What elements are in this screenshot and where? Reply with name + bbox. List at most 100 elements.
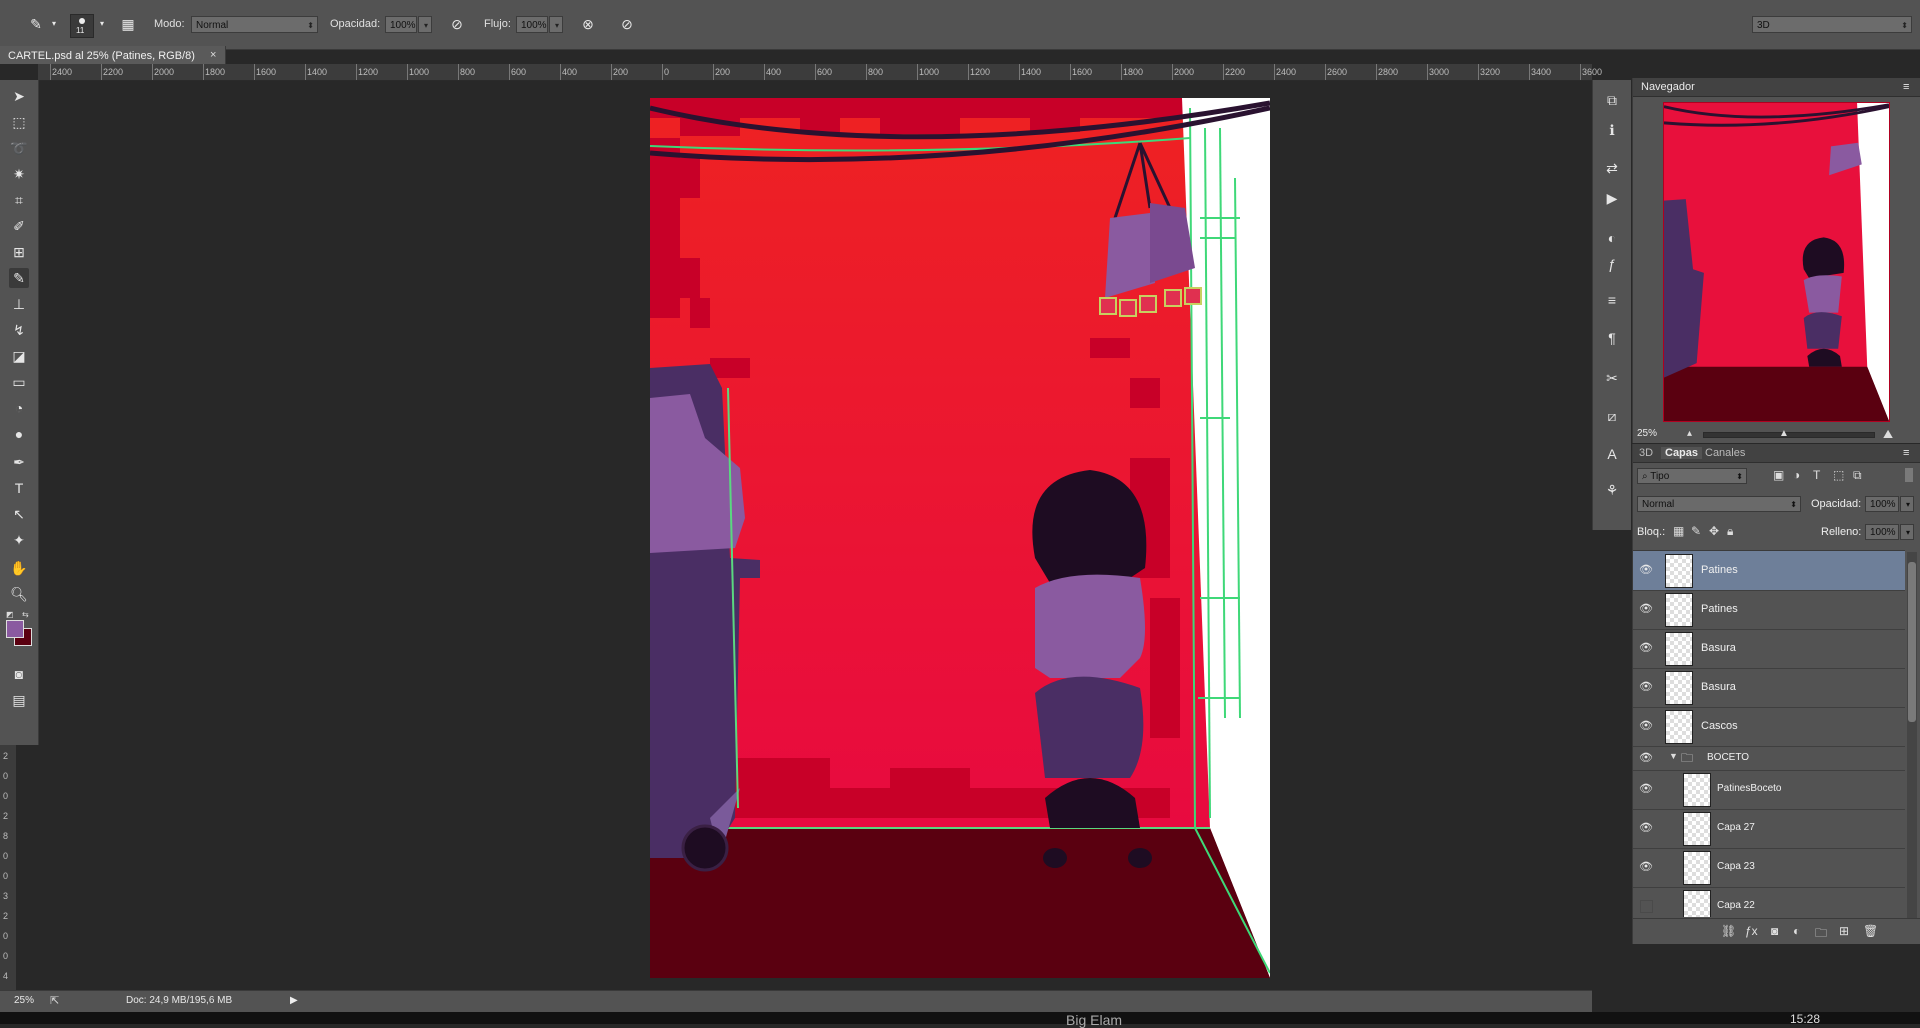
type-tool-icon[interactable]: T xyxy=(9,478,29,498)
status-zoom[interactable]: 25% xyxy=(14,995,34,1006)
styles-panel-icon[interactable]: ƒ xyxy=(1602,254,1622,274)
eye-icon[interactable]: 👁︎ xyxy=(1639,602,1653,616)
layer-opacity-input[interactable]: 100% xyxy=(1865,496,1899,512)
brush-tool-preset-icon[interactable]: ✎ xyxy=(26,14,46,34)
eyedropper-tool-icon[interactable]: ✐ xyxy=(9,216,29,236)
navigator-thumbnail[interactable] xyxy=(1663,102,1890,422)
airbrush-icon[interactable]: ⊗ xyxy=(578,14,598,34)
zoom-slider[interactable] xyxy=(1703,432,1875,438)
filter-smart-object-icon[interactable]: ⧉ xyxy=(1853,468,1862,483)
history-brush-tool-icon[interactable]: ↯ xyxy=(9,320,29,340)
export-icon[interactable]: ⇱ xyxy=(50,994,59,1007)
flow-dropdown[interactable]: ▾ xyxy=(549,16,563,33)
eye-icon[interactable]: 👁︎ xyxy=(1639,719,1653,733)
new-layer-icon[interactable]: ⊞ xyxy=(1839,924,1849,938)
pen-tool-icon[interactable]: ✒ xyxy=(9,452,29,472)
zoom-out-icon[interactable]: ▴ xyxy=(1687,428,1692,439)
workspace-select[interactable]: 3D ⬍ xyxy=(1752,16,1912,33)
eye-icon[interactable]: 👁︎ xyxy=(1639,641,1653,655)
marquee-tool-icon[interactable]: ⬚ xyxy=(9,112,29,132)
layer-filter-select[interactable]: ⌕ Tipo ⬍ xyxy=(1637,468,1747,484)
layers-scrollbar-thumb[interactable] xyxy=(1908,562,1916,722)
layer-row[interactable]: 👁︎ Patines xyxy=(1633,551,1905,591)
swap-colors-icon[interactable]: ⇆ xyxy=(22,610,29,619)
layer-row[interactable]: 👁︎ Capa 23 xyxy=(1633,848,1905,888)
mode-select[interactable]: Normal ⬍ xyxy=(191,16,318,33)
foreground-color-swatch[interactable] xyxy=(6,620,24,638)
tab-channels[interactable]: Canales xyxy=(1705,447,1745,459)
brushes-panel-icon[interactable]: ⚘ xyxy=(1602,480,1622,500)
zoom-tool-icon[interactable]: 🔍︎ xyxy=(9,584,29,604)
layer-mask-icon[interactable]: ◙ xyxy=(1771,924,1778,938)
blur-tool-icon[interactable]: ◔ xyxy=(9,398,29,418)
new-group-icon[interactable]: 🗀 xyxy=(1815,924,1827,945)
fill-dropdown[interactable]: ▾ xyxy=(1900,524,1914,540)
eraser-tool-icon[interactable]: ◪ xyxy=(9,346,29,366)
adjustment-layer-icon[interactable]: ◐ xyxy=(1793,924,1800,938)
flow-input[interactable]: 100% xyxy=(516,16,548,33)
lock-all-icon[interactable]: 🔒︎ xyxy=(1727,524,1733,539)
lock-position-icon[interactable]: ✥ xyxy=(1709,524,1719,538)
layer-row[interactable]: 👁︎ Basura xyxy=(1633,668,1905,708)
info-panel-icon[interactable]: ℹ xyxy=(1602,120,1622,140)
clone-stamp-tool-icon[interactable]: ⊥ xyxy=(9,294,29,314)
character-panel-icon[interactable]: A xyxy=(1602,444,1622,464)
magic-wand-tool-icon[interactable]: ✷ xyxy=(9,164,29,184)
delete-layer-icon[interactable]: 🗑︎ xyxy=(1863,924,1878,938)
crop-tool-icon[interactable]: ⌗ xyxy=(9,190,29,210)
status-menu-arrow-icon[interactable]: ▶ xyxy=(290,995,298,1006)
panel-menu-icon[interactable]: ≡ xyxy=(1903,447,1909,459)
tool-presets-panel-icon[interactable]: ✂ xyxy=(1602,368,1622,388)
pressure-size-icon[interactable]: ⊘ xyxy=(617,14,637,34)
dodge-tool-icon[interactable]: ● xyxy=(9,424,29,444)
eye-icon[interactable]: 👁︎ xyxy=(1639,751,1653,765)
brush-size-picker[interactable]: 11 xyxy=(70,14,94,38)
layer-group-row[interactable]: 👁︎ ▼ 🗀 BOCETO xyxy=(1633,746,1905,771)
adjustments-panel-icon[interactable]: ◐ xyxy=(1602,228,1622,248)
document-tab[interactable]: CARTEL.psd al 25% (Patines, RGB/8) × xyxy=(0,46,226,64)
layer-row[interactable]: 👁︎ Basura xyxy=(1633,629,1905,669)
healing-brush-tool-icon[interactable]: ⊞ xyxy=(9,242,29,262)
brush-tool-icon[interactable]: ✎ xyxy=(9,268,29,288)
hand-tool-icon[interactable]: ✋ xyxy=(9,558,29,578)
history-panel-icon[interactable]: ⧉ xyxy=(1602,90,1622,110)
filter-toggle[interactable] xyxy=(1905,468,1913,482)
paragraph-panel-icon[interactable]: ¶ xyxy=(1602,328,1622,348)
swatches-panel-icon[interactable]: ⇄ xyxy=(1602,158,1622,178)
eye-icon[interactable]: 👁︎ xyxy=(1639,563,1653,577)
move-tool-icon[interactable]: ➤ xyxy=(9,86,29,106)
opacity-dropdown[interactable]: ▾ xyxy=(418,16,432,33)
lock-pixels-icon[interactable]: ✎ xyxy=(1691,524,1701,538)
zoom-in-icon[interactable]: ⛰ xyxy=(1883,427,1893,442)
opacity-input[interactable]: 100% xyxy=(385,16,417,33)
layer-row[interactable]: 👁︎ PatinesBoceto xyxy=(1633,770,1905,810)
taskbar-window-title[interactable]: Big Elam xyxy=(1066,1012,1122,1028)
link-layers-icon[interactable]: ⛓ xyxy=(1721,924,1736,938)
eye-icon[interactable]: 👁︎ xyxy=(1639,680,1653,694)
layer-opacity-dropdown[interactable]: ▾ xyxy=(1900,496,1914,512)
navigator-zoom-value[interactable]: 25% xyxy=(1637,428,1657,439)
eye-hidden-icon[interactable] xyxy=(1640,900,1653,913)
filter-pixel-icon[interactable]: ▣ xyxy=(1773,468,1784,482)
pressure-opacity-icon[interactable]: ⊘ xyxy=(447,14,467,34)
lock-transparency-icon[interactable]: ▦ xyxy=(1673,524,1684,538)
brush-panel-icon[interactable]: ▦ xyxy=(118,14,138,34)
clone-source-panel-icon[interactable]: ≡ xyxy=(1602,290,1622,310)
document-canvas[interactable] xyxy=(650,98,1270,978)
shape-tool-icon[interactable]: ✦ xyxy=(9,530,29,550)
quick-mask-icon[interactable]: ◙ xyxy=(9,664,29,684)
tab-layers[interactable]: Capas xyxy=(1661,447,1703,459)
filter-shape-icon[interactable]: ⬚ xyxy=(1833,468,1844,482)
zoom-slider-handle[interactable]: ▲ xyxy=(1779,428,1789,439)
layer-row[interactable]: 👁︎ Capa 27 xyxy=(1633,809,1905,849)
disclosure-triangle-icon[interactable]: ▼ xyxy=(1669,751,1678,761)
tab-3d[interactable]: 3D xyxy=(1639,447,1653,459)
fill-input[interactable]: 100% xyxy=(1865,524,1899,540)
layer-style-icon[interactable]: ƒx xyxy=(1745,924,1758,938)
chevron-down-icon[interactable]: ▾ xyxy=(44,14,64,34)
eye-icon[interactable]: 👁︎ xyxy=(1639,782,1653,796)
chevron-down-icon[interactable]: ▾ xyxy=(92,14,112,34)
layer-row[interactable]: 👁︎ Patines xyxy=(1633,590,1905,630)
navigator-tab[interactable]: Navegador xyxy=(1641,81,1695,93)
layer-row[interactable]: Capa 22 xyxy=(1633,887,1905,917)
